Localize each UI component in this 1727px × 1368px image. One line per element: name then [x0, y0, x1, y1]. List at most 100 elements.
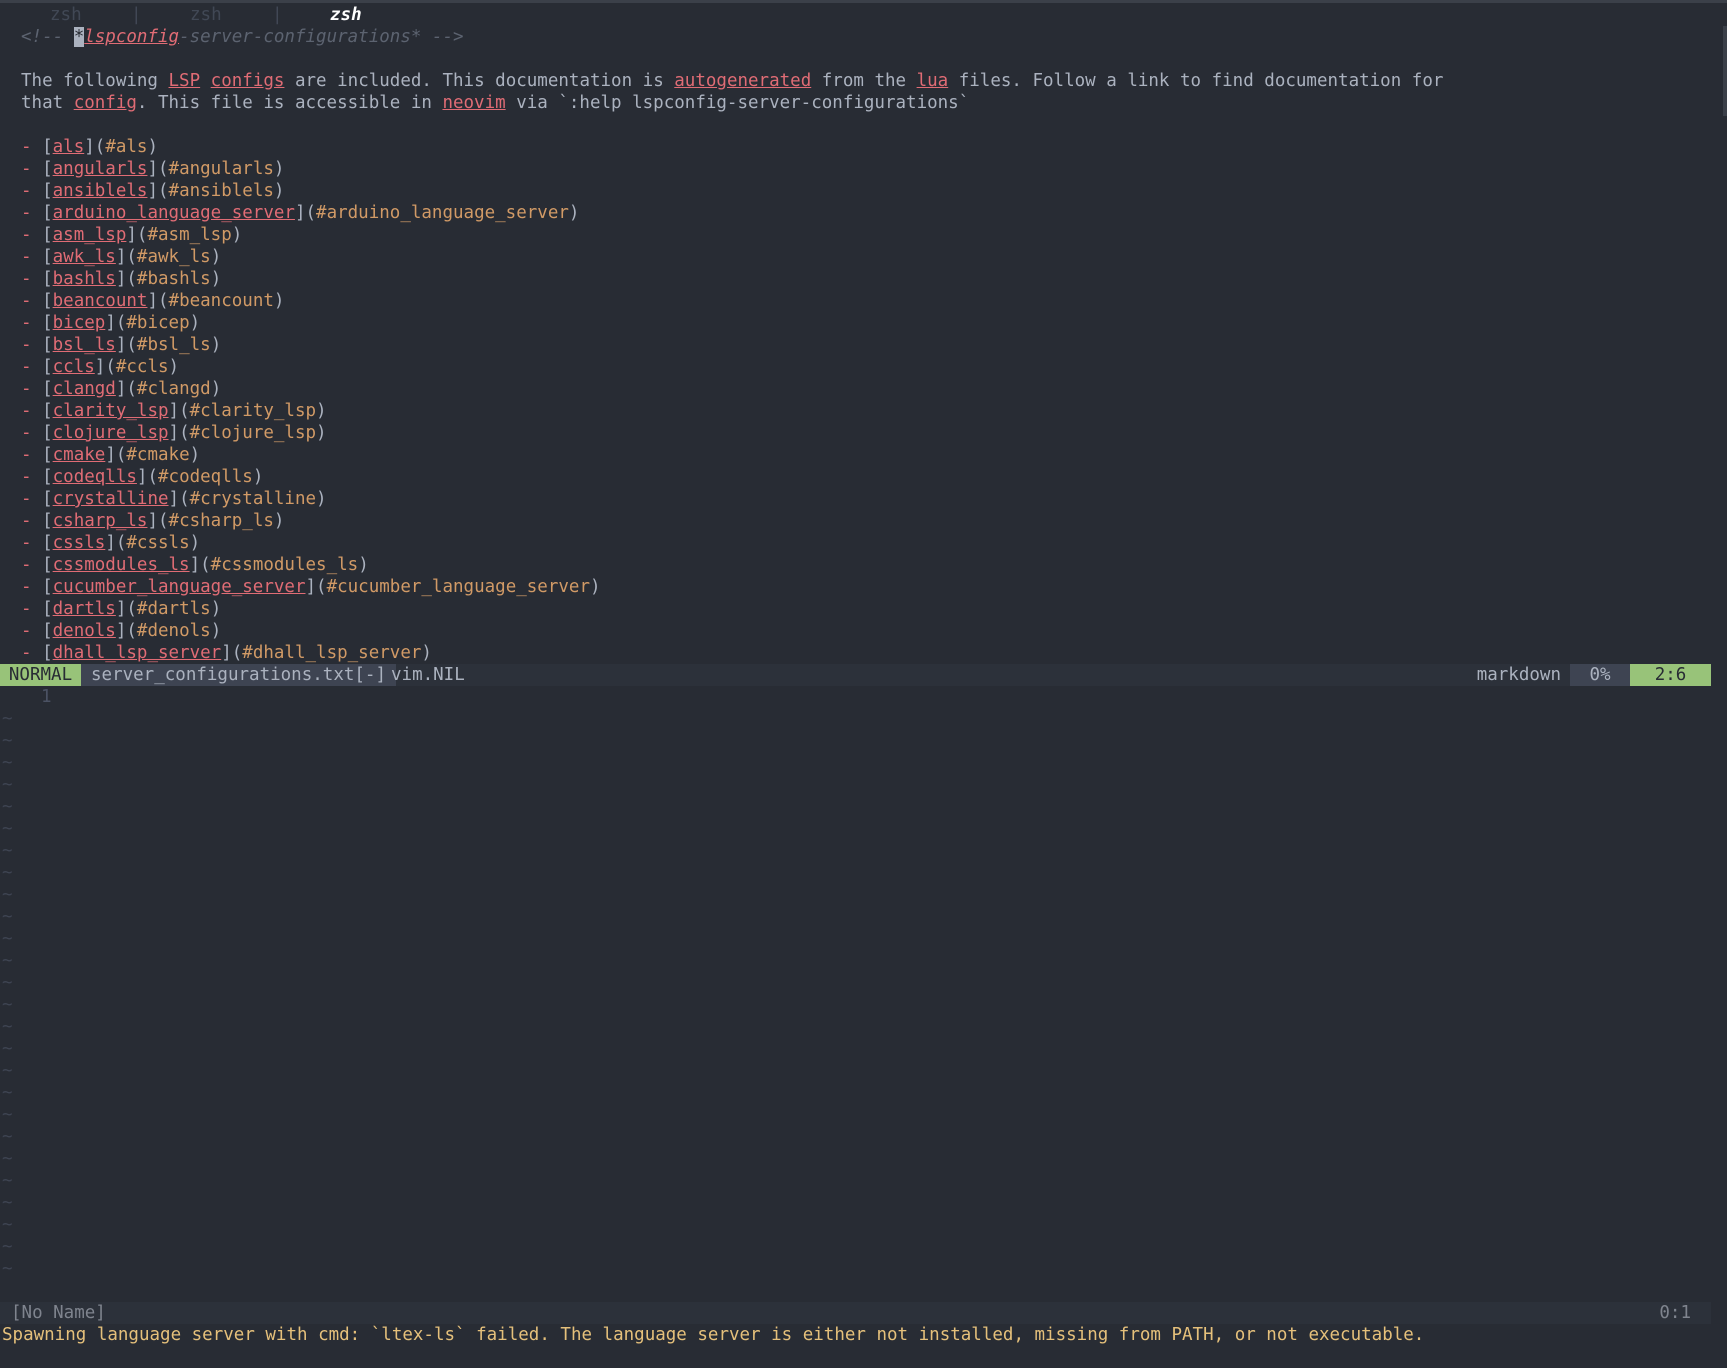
bracket: [ — [42, 291, 53, 311]
bracket: ]( — [115, 269, 137, 289]
server-anchor[interactable]: #asm_lsp — [147, 225, 231, 245]
intro-text: that — [21, 93, 74, 113]
lower-cursor-position: 0:1 — [1659, 1303, 1691, 1323]
list-dash: - — [21, 467, 43, 487]
server-anchor[interactable]: #als — [105, 137, 147, 157]
bracket: ) — [316, 489, 327, 509]
server-link[interactable]: bashls — [53, 269, 116, 289]
bracket: ) — [189, 445, 201, 465]
server-link[interactable]: bicep — [53, 313, 106, 333]
empty-line-tilde: ~ — [2, 731, 13, 751]
bracket: ) — [168, 357, 180, 377]
bracket: ) — [273, 181, 285, 201]
server-link[interactable]: als — [53, 137, 85, 157]
server-link[interactable]: cssls — [53, 533, 106, 553]
server-link[interactable]: angularls — [53, 159, 148, 179]
server-anchor[interactable]: #bsl_ls — [137, 335, 211, 355]
bracket: ) — [316, 423, 327, 443]
server-link[interactable]: denols — [53, 621, 116, 641]
server-link[interactable]: codeqlls — [53, 467, 137, 487]
empty-line-tilde: ~ — [2, 1039, 13, 1059]
server-anchor[interactable]: #dhall_lsp_server — [242, 643, 421, 663]
list-dash: - — [21, 533, 43, 553]
server-link[interactable]: dhall_lsp_server — [53, 643, 222, 663]
server-anchor[interactable]: #angularls — [169, 159, 274, 179]
list-item: - [cmake](#cmake) — [0, 444, 1712, 466]
empty-line-tilde: ~ — [2, 819, 13, 839]
filetype: markdown — [1476, 665, 1561, 685]
list-item: - [arduino_language_server](#arduino_lan… — [0, 202, 1712, 224]
link-neovim[interactable]: neovim — [442, 93, 505, 113]
list-item: - [awk_ls](#awk_ls) — [0, 246, 1712, 268]
server-anchor[interactable]: #clojure_lsp — [190, 423, 316, 443]
server-anchor[interactable]: #ansiblels — [169, 181, 274, 201]
server-anchor[interactable]: #beancount — [169, 291, 274, 311]
server-link[interactable]: cucumber_language_server — [53, 577, 306, 597]
bracket: [ — [42, 599, 53, 619]
list-dash: - — [21, 225, 43, 245]
server-link[interactable]: cssmodules_ls — [53, 555, 190, 575]
tab-zsh-1[interactable]: zsh — [50, 5, 82, 25]
bracket: [ — [42, 467, 53, 487]
link-lua[interactable]: lua — [917, 71, 949, 91]
tab-zsh-2[interactable]: zsh — [190, 5, 222, 25]
server-link[interactable]: crystalline — [53, 489, 169, 509]
server-anchor[interactable]: #clarity_lsp — [190, 401, 316, 421]
lower-pane[interactable]: 1 ~ ~ ~ ~ ~ ~ ~ ~ ~ ~ ~ ~ ~ ~ ~ ~ ~ ~ ~ ~ ~ ~ ~ ~ ~ ~ — [0, 686, 1711, 1280]
server-link[interactable]: clangd — [53, 379, 116, 399]
server-anchor[interactable]: #bicep — [126, 313, 189, 333]
bracket: ]( — [168, 401, 190, 421]
list-dash: - — [21, 511, 43, 531]
server-anchor[interactable]: #codeqlls — [158, 467, 253, 487]
link-lsp[interactable]: LSP — [169, 71, 201, 91]
link-config[interactable]: config — [74, 93, 137, 113]
empty-line-tilde: ~ — [2, 973, 13, 993]
scrollbar[interactable] — [1723, 26, 1727, 116]
server-anchor[interactable]: #cssls — [126, 533, 189, 553]
server-link[interactable]: clarity_lsp — [53, 401, 169, 421]
server-anchor[interactable]: #csharp_ls — [169, 511, 274, 531]
buffer-name: [No Name] — [11, 1303, 106, 1323]
server-anchor[interactable]: #ccls — [116, 357, 169, 377]
bracket: [ — [42, 489, 53, 509]
help-tag-link[interactable]: lspconfig — [84, 27, 179, 47]
list-item: - [angularls](#angularls) — [0, 158, 1712, 180]
filename: server_configurations.txt[-] — [81, 664, 397, 686]
link-autogenerated[interactable]: autogenerated — [674, 71, 811, 91]
empty-line-tilde: ~ — [2, 1017, 13, 1037]
server-link[interactable]: beancount — [53, 291, 148, 311]
server-link[interactable]: ansiblels — [53, 181, 148, 201]
server-anchor[interactable]: #bashls — [137, 269, 211, 289]
server-anchor[interactable]: #clangd — [137, 379, 211, 399]
server-link[interactable]: csharp_ls — [53, 511, 148, 531]
server-anchor[interactable]: #denols — [137, 621, 211, 641]
tab-zsh-3-active[interactable]: zsh — [330, 5, 362, 25]
server-anchor[interactable]: #cucumber_language_server — [327, 577, 590, 597]
list-dash: - — [21, 181, 43, 201]
list-item: - [als](#als) — [0, 136, 1712, 158]
server-link[interactable]: awk_ls — [53, 247, 116, 267]
server-anchor[interactable]: #arduino_language_server — [316, 203, 569, 223]
server-link[interactable]: asm_lsp — [53, 225, 127, 245]
link-configs[interactable]: configs — [211, 71, 285, 91]
server-anchor[interactable]: #cmake — [126, 445, 189, 465]
bracket: [ — [42, 247, 53, 267]
empty-line-tilde: ~ — [2, 907, 13, 927]
server-link[interactable]: ccls — [53, 357, 95, 377]
server-link[interactable]: cmake — [53, 445, 106, 465]
server-link[interactable]: dartls — [53, 599, 116, 619]
server-anchor[interactable]: #dartls — [137, 599, 211, 619]
server-anchor[interactable]: #awk_ls — [137, 247, 211, 267]
server-link[interactable]: bsl_ls — [53, 335, 116, 355]
bracket: ]( — [136, 467, 158, 487]
bracket: ) — [210, 379, 222, 399]
server-link[interactable]: clojure_lsp — [53, 423, 169, 443]
list-dash: - — [21, 423, 43, 443]
list-dash: - — [21, 335, 43, 355]
list-item: - [clangd](#clangd) — [0, 378, 1712, 400]
editor-pane[interactable]: <!-- *lspconfig-server-configurations* -… — [0, 26, 1712, 664]
server-anchor[interactable]: #crystalline — [190, 489, 316, 509]
list-dash: - — [21, 291, 43, 311]
server-link[interactable]: arduino_language_server — [53, 203, 295, 223]
server-anchor[interactable]: #cssmodules_ls — [211, 555, 359, 575]
